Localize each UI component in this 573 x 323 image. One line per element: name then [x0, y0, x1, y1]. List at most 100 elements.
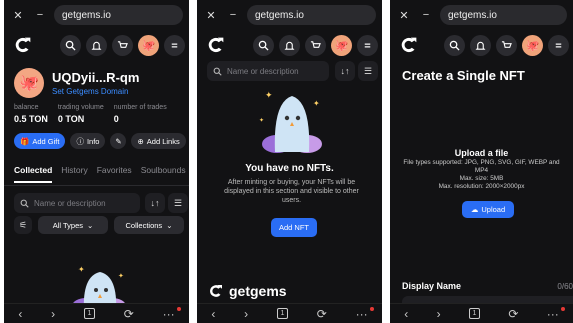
- search-input[interactable]: Name or description: [207, 61, 329, 81]
- search-icon[interactable]: [253, 34, 274, 56]
- profile-actions: 🎁 Add Gift ⓘ Info ✎ ⊕ Add Links: [14, 133, 186, 149]
- menu-icon[interactable]: [357, 34, 378, 56]
- sort-button[interactable]: ↓↑: [145, 193, 165, 213]
- search-icon: [213, 67, 222, 76]
- all-types-dropdown[interactable]: All Types ⌄: [38, 216, 108, 234]
- set-domain-link[interactable]: Set Getgems Domain: [52, 87, 139, 96]
- more-menu-icon[interactable]: ···: [547, 307, 559, 321]
- empty-state-text: After minting or buying, your NFTs will …: [224, 179, 359, 204]
- app-header: 🐙: [398, 32, 569, 58]
- collections-dropdown[interactable]: Collections ⌄: [114, 216, 184, 234]
- url-field[interactable]: getgems.io: [54, 5, 183, 25]
- upload-resolution: Max. resolution: 2000×2000px: [438, 183, 525, 190]
- getgems-logo-icon: [210, 285, 222, 297]
- upload-button[interactable]: ☁ Upload: [462, 201, 514, 218]
- stat-value: 0: [113, 114, 119, 124]
- add-links-label: Add Links: [146, 136, 180, 146]
- notification-dot: [370, 307, 374, 311]
- cart-icon[interactable]: [112, 34, 133, 56]
- notification-dot: [177, 307, 181, 311]
- back-icon[interactable]: ‹: [211, 307, 215, 321]
- info-icon: ⓘ: [76, 136, 84, 146]
- search-icon[interactable]: [60, 34, 81, 56]
- browser-bar: ✕ − getgems.io: [396, 4, 567, 26]
- sort-button[interactable]: ↓↑: [335, 61, 355, 81]
- menu-icon[interactable]: [548, 34, 569, 56]
- menu-icon[interactable]: [164, 34, 185, 56]
- info-button[interactable]: ⓘ Info: [70, 133, 106, 149]
- forward-icon[interactable]: ›: [244, 307, 248, 321]
- getgems-logo-icon[interactable]: [205, 34, 227, 56]
- refresh-icon[interactable]: ⟳: [508, 307, 518, 321]
- search-icon[interactable]: [444, 34, 465, 56]
- tabs-icon[interactable]: 1: [468, 308, 480, 319]
- add-links-button[interactable]: ⊕ Add Links: [131, 133, 186, 149]
- stat-label: balance: [14, 104, 39, 111]
- close-icon[interactable]: ✕: [396, 7, 412, 23]
- getgems-logo-icon[interactable]: [398, 34, 420, 56]
- edit-button[interactable]: ✎: [110, 133, 127, 149]
- stat-trades: number of trades 0: [114, 104, 167, 124]
- tabs-icon[interactable]: 1: [83, 308, 95, 319]
- svg-text:✦: ✦: [78, 265, 85, 274]
- minimize-icon[interactable]: −: [32, 7, 48, 23]
- tab-history[interactable]: History: [61, 165, 87, 175]
- empty-nfts-screen: ✕ − getgems.io 🐙 Name or description ↓↑ …: [197, 0, 382, 323]
- add-gift-button[interactable]: 🎁 Add Gift: [14, 133, 66, 149]
- bell-icon[interactable]: [470, 34, 491, 56]
- profile-screen: ✕ − getgems.io 🐙 🐙 UQDyii...R-qm Set Get…: [4, 0, 189, 323]
- refresh-icon[interactable]: ⟳: [317, 307, 327, 321]
- profile-tabs: Collected History Favorites Soulbounds: [14, 165, 189, 183]
- bell-icon[interactable]: [86, 34, 107, 56]
- add-nft-button[interactable]: Add NFT: [271, 218, 317, 237]
- search-placeholder: Name or description: [227, 66, 299, 76]
- more-menu-icon[interactable]: ···: [163, 307, 175, 321]
- upload-formats: File types supported: JPG, PNG, SVG, GIF…: [403, 159, 560, 174]
- plus-icon: ⊕: [137, 136, 144, 146]
- url-field[interactable]: getgems.io: [440, 5, 567, 25]
- tab-favorites[interactable]: Favorites: [97, 165, 132, 175]
- back-icon[interactable]: ‹: [404, 307, 408, 321]
- tab-soulbounds[interactable]: Soulbounds: [141, 165, 186, 175]
- list-view-icon[interactable]: ☰: [168, 193, 188, 213]
- minimize-icon[interactable]: −: [418, 7, 434, 23]
- stat-label: number of trades: [113, 104, 167, 111]
- cart-icon[interactable]: [496, 34, 517, 56]
- stat-label: trading volume: [57, 104, 104, 111]
- search-input[interactable]: Name or description: [14, 193, 140, 213]
- list-view-icon[interactable]: ☰: [358, 61, 378, 81]
- more-menu-icon[interactable]: ···: [356, 307, 368, 321]
- svg-text:✦: ✦: [118, 272, 124, 280]
- tab-collected[interactable]: Collected: [14, 165, 53, 183]
- footer-logo-text: getgems: [229, 283, 287, 299]
- upload-title: Upload a file: [454, 148, 509, 158]
- forward-icon[interactable]: ›: [51, 307, 55, 321]
- tab-divider: [4, 185, 189, 186]
- types-label: All Types: [52, 220, 83, 230]
- filter-settings-icon[interactable]: ⚟: [14, 216, 32, 234]
- getgems-logo-icon[interactable]: [12, 34, 34, 56]
- cloud-upload-icon: ☁: [470, 205, 479, 214]
- notification-dot: [561, 307, 565, 311]
- app-header: 🐙: [12, 32, 185, 58]
- forward-icon[interactable]: ›: [437, 307, 441, 321]
- minimize-icon[interactable]: −: [225, 7, 241, 23]
- user-avatar[interactable]: 🐙: [138, 34, 159, 56]
- tabs-icon[interactable]: 1: [276, 308, 288, 319]
- url-field[interactable]: getgems.io: [247, 5, 376, 25]
- stat-value: 0 TON: [57, 114, 85, 124]
- cart-icon[interactable]: [305, 34, 326, 56]
- stat-volume: trading volume 0 TON: [58, 104, 104, 124]
- refresh-icon[interactable]: ⟳: [124, 307, 134, 321]
- search-placeholder: Name or description: [34, 198, 106, 208]
- user-avatar[interactable]: 🐙: [522, 34, 543, 56]
- close-icon[interactable]: ✕: [10, 7, 26, 23]
- close-icon[interactable]: ✕: [203, 7, 219, 23]
- profile-header: 🐙 UQDyii...R-qm Set Getgems Domain: [14, 68, 139, 98]
- bell-icon[interactable]: [279, 34, 300, 56]
- display-name-label: Display Name: [402, 281, 462, 291]
- browser-bar: ✕ − getgems.io: [10, 4, 183, 26]
- create-nft-screen: ✕ − getgems.io 🐙 Create a Single NFT Upl…: [390, 0, 573, 323]
- back-icon[interactable]: ‹: [18, 307, 22, 321]
- user-avatar[interactable]: 🐙: [331, 34, 352, 56]
